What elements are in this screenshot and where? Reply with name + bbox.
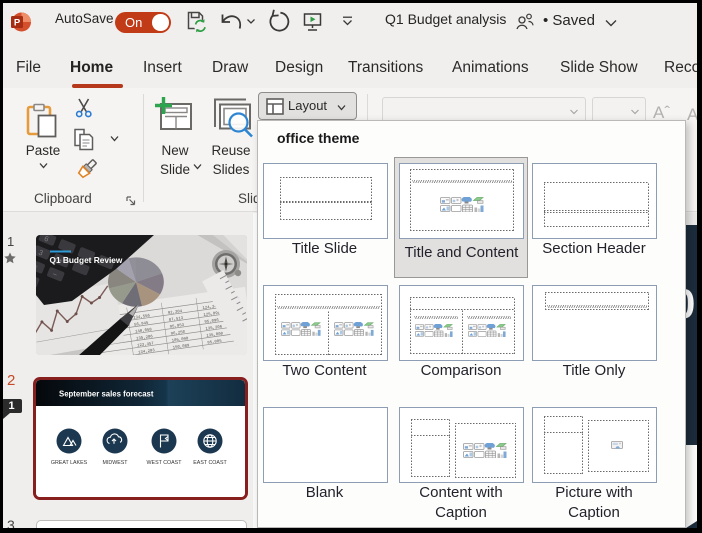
svg-text:September sales forecast: September sales forecast (59, 390, 154, 399)
svg-text:Q1 Budget Review: Q1 Budget Review (50, 255, 123, 265)
svg-text:GREAT LAKES: GREAT LAKES (51, 460, 88, 466)
svg-text:EAST COAST: EAST COAST (193, 460, 227, 466)
svg-text:MIDWEST: MIDWEST (102, 460, 128, 466)
svg-text:WEST COAST: WEST COAST (147, 460, 183, 466)
svg-text:P: P (14, 17, 21, 28)
